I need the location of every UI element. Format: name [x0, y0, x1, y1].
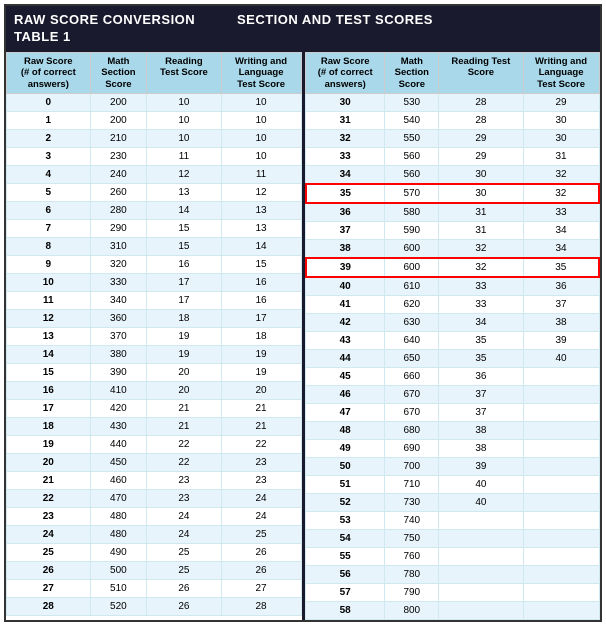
- tables-container: Raw Score(# of correctanswers) MathSecti…: [6, 52, 600, 620]
- table-row: 02001010: [7, 93, 302, 111]
- table-row: 265002526: [7, 561, 302, 579]
- table-row: 4969038: [306, 439, 600, 457]
- table-row: 325502930: [306, 129, 600, 147]
- table-row: 244802425: [7, 525, 302, 543]
- table-row: 5171040: [306, 475, 600, 493]
- table-row: 62801413: [7, 201, 302, 219]
- table-row: 53740: [306, 511, 600, 529]
- table-row: 4767037: [306, 403, 600, 421]
- table-row: 57790: [306, 583, 600, 601]
- table-row: 133701918: [7, 327, 302, 345]
- right-table-body: 3053028293154028303255029303356029313456…: [306, 93, 600, 619]
- table-row: 446503540: [306, 349, 600, 367]
- right-col-math: MathSectionScore: [385, 52, 439, 93]
- title-left: RAW SCORE CONVERSION TABLE 1: [6, 6, 226, 52]
- table-row: 416203337: [306, 295, 600, 313]
- table-row: 123601817: [7, 309, 302, 327]
- table-row: 355703032: [306, 184, 600, 203]
- left-col-writing: Writing andLanguageTest Score: [221, 52, 301, 93]
- table-row: 153902019: [7, 363, 302, 381]
- left-header-row: Raw Score(# of correctanswers) MathSecti…: [7, 52, 302, 93]
- table-row: 54750: [306, 529, 600, 547]
- table-row: 164102020: [7, 381, 302, 399]
- table-row: 224702324: [7, 489, 302, 507]
- table-row: 406103336: [306, 277, 600, 296]
- right-col-reading: Reading TestScore: [439, 52, 523, 93]
- table-row: 396003235: [306, 258, 600, 277]
- table-row: 4566036: [306, 367, 600, 385]
- table-row: 83101514: [7, 237, 302, 255]
- table-row: 254902526: [7, 543, 302, 561]
- table-row: 214602323: [7, 471, 302, 489]
- table-row: 315402830: [306, 111, 600, 129]
- title-right: SECTION AND TEST SCORES: [229, 6, 600, 52]
- table-row: 174202121: [7, 399, 302, 417]
- table-row: 4868038: [306, 421, 600, 439]
- table-row: 22101010: [7, 129, 302, 147]
- table-row: 52601312: [7, 183, 302, 201]
- left-score-table: Raw Score(# of correctanswers) MathSecti…: [6, 52, 302, 616]
- right-score-table: Raw Score(# of correctanswers) MathSecti…: [305, 52, 601, 620]
- table-row: 103301716: [7, 273, 302, 291]
- table-row: 4667037: [306, 385, 600, 403]
- table-row: 365803133: [306, 203, 600, 222]
- table-row: 194402222: [7, 435, 302, 453]
- table-row: 12001010: [7, 111, 302, 129]
- left-col-reading: ReadingTest Score: [147, 52, 221, 93]
- left-col-raw: Raw Score(# of correctanswers): [7, 52, 91, 93]
- left-table-body: 0200101012001010221010103230111042401211…: [7, 93, 302, 615]
- table-row: 204502223: [7, 453, 302, 471]
- table-row: 436403539: [306, 331, 600, 349]
- table-row: 345603032: [306, 165, 600, 184]
- left-col-math: MathSectionScore: [90, 52, 147, 93]
- table-row: 55760: [306, 547, 600, 565]
- table-row: 5273040: [306, 493, 600, 511]
- table-row: 375903134: [306, 221, 600, 239]
- table-row: 32301110: [7, 147, 302, 165]
- right-table: Raw Score(# of correctanswers) MathSecti…: [305, 52, 601, 620]
- table-row: 285202628: [7, 597, 302, 615]
- table-row: 93201615: [7, 255, 302, 273]
- table-row: 335602931: [306, 147, 600, 165]
- left-table: Raw Score(# of correctanswers) MathSecti…: [6, 52, 302, 620]
- table-row: 113401716: [7, 291, 302, 309]
- table-row: 234802424: [7, 507, 302, 525]
- table-row: 5070039: [306, 457, 600, 475]
- table-row: 42401211: [7, 165, 302, 183]
- table-row: 58800: [306, 601, 600, 619]
- table-row: 275102627: [7, 579, 302, 597]
- table-row: 386003234: [306, 239, 600, 258]
- right-col-writing: Writing andLanguageTest Score: [523, 52, 599, 93]
- table-row: 305302829: [306, 93, 600, 111]
- table-row: 184302121: [7, 417, 302, 435]
- header-row: RAW SCORE CONVERSION TABLE 1 SECTION AND…: [6, 6, 600, 52]
- right-header-row: Raw Score(# of correctanswers) MathSecti…: [306, 52, 600, 93]
- table-row: 72901513: [7, 219, 302, 237]
- table-row: 426303438: [306, 313, 600, 331]
- main-container: RAW SCORE CONVERSION TABLE 1 SECTION AND…: [4, 4, 602, 622]
- right-col-raw: Raw Score(# of correctanswers): [306, 52, 385, 93]
- table-row: 143801919: [7, 345, 302, 363]
- table-row: 56780: [306, 565, 600, 583]
